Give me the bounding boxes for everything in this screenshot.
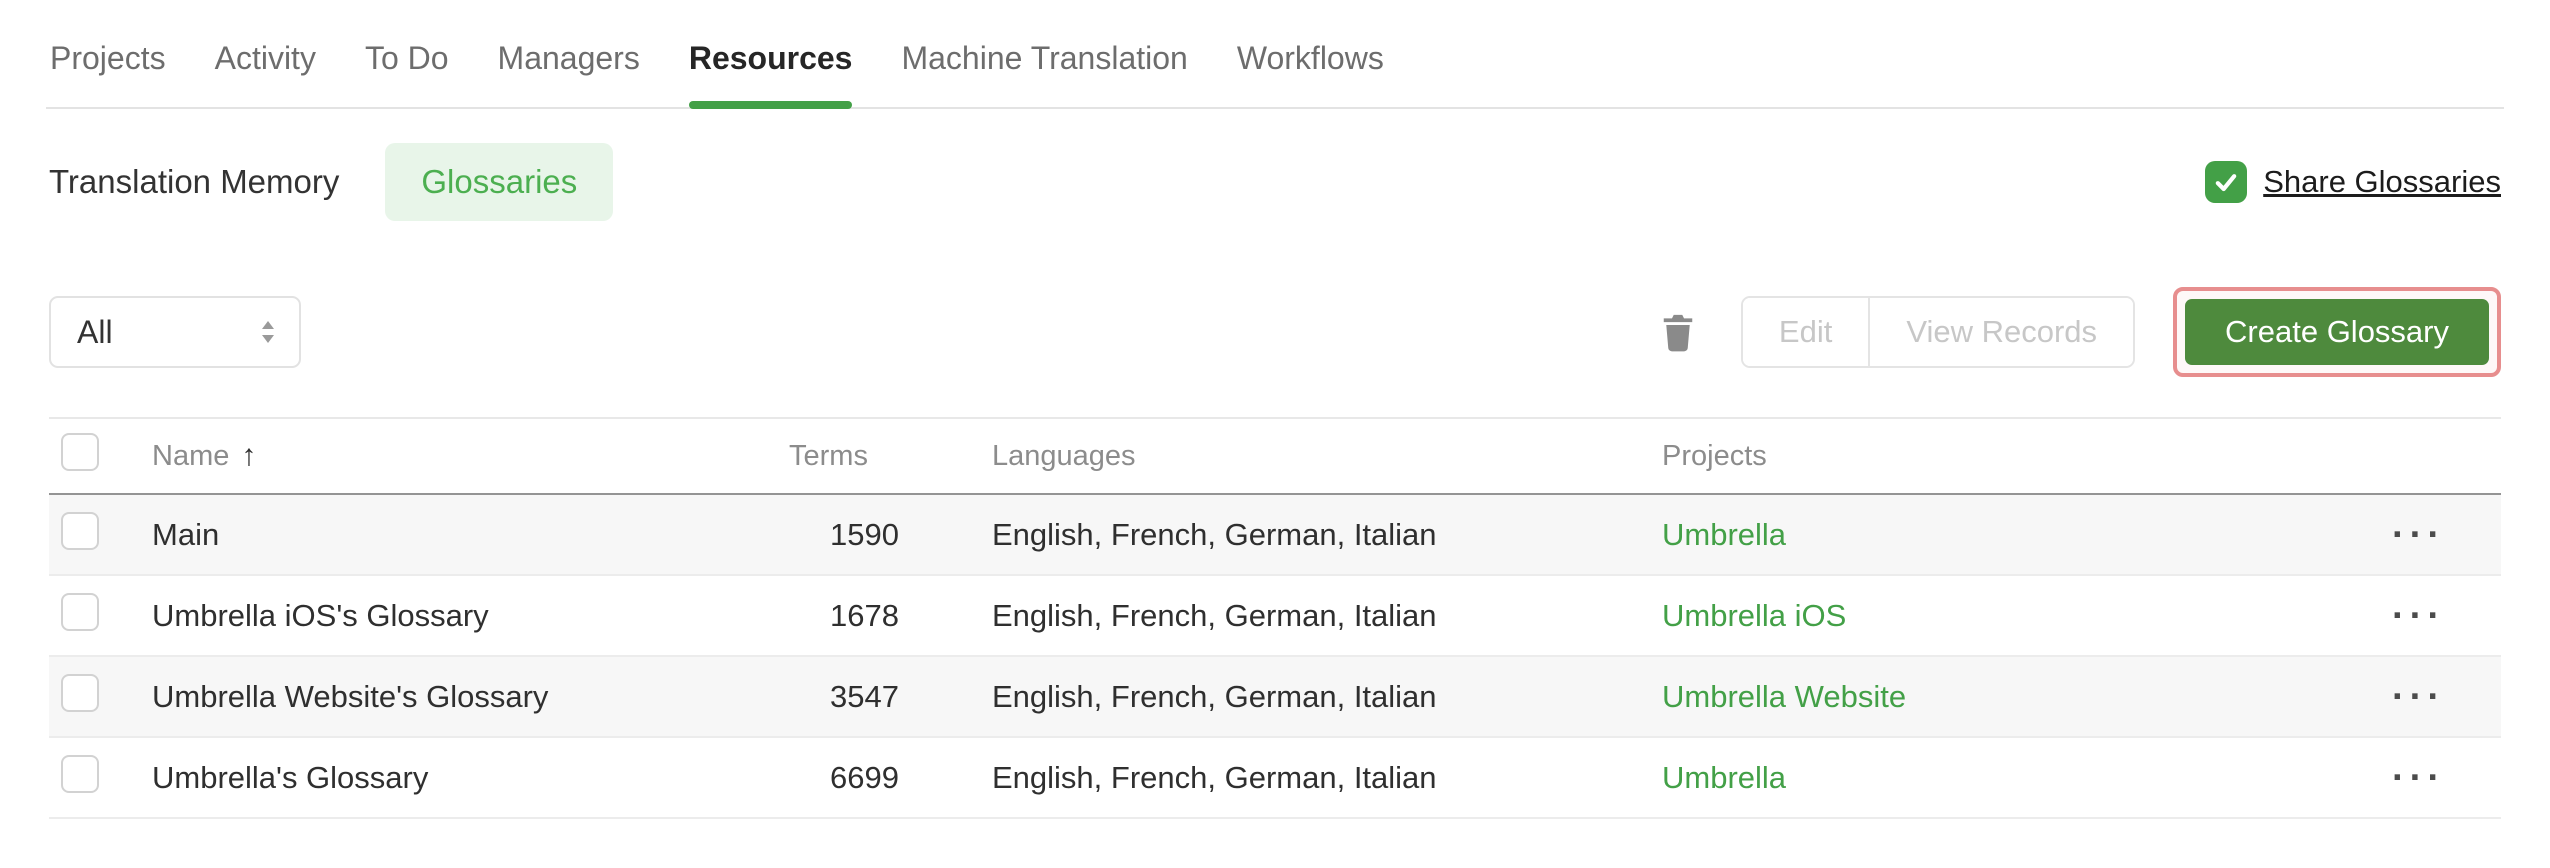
row-checkbox[interactable]	[61, 754, 99, 793]
trash-icon	[1663, 314, 1693, 352]
table-row: Main 1590 English, French, German, Itali…	[49, 495, 2501, 576]
glossary-languages: English, French, German, Italian	[992, 516, 1437, 552]
tab-machine-translation[interactable]: Machine Translation	[901, 40, 1187, 107]
tab-activity[interactable]: Activity	[215, 40, 316, 107]
glossary-languages: English, French, German, Italian	[992, 597, 1437, 633]
select-stepper-icon	[262, 321, 274, 343]
glossaries-toolbar: All Edit View Records Create Glossary	[49, 287, 2501, 377]
glossaries-page: Projects Activity To Do Managers Resourc…	[0, 0, 2550, 868]
tab-glossaries[interactable]: Glossaries	[385, 143, 614, 221]
tab-workflows[interactable]: Workflows	[1237, 40, 1384, 107]
tab-projects[interactable]: Projects	[50, 40, 166, 107]
row-checkbox[interactable]	[61, 592, 99, 631]
column-header-projects: Projects	[1662, 439, 1767, 472]
glossary-name: Main	[152, 516, 220, 552]
tab-todo[interactable]: To Do	[365, 40, 449, 107]
tab-translation-memory[interactable]: Translation Memory	[49, 163, 339, 201]
row-menu-button[interactable]: ···	[2392, 759, 2445, 797]
column-header-name[interactable]: Name ↑	[152, 439, 789, 473]
resources-subnav: Translation Memory Glossaries Share Glos…	[49, 143, 2501, 221]
view-records-button[interactable]: View Records	[1868, 298, 2134, 366]
project-link[interactable]: Umbrella iOS	[1662, 598, 1846, 633]
table-row: Umbrella Website's Glossary 3547 English…	[49, 657, 2501, 738]
create-glossary-button[interactable]: Create Glossary	[2185, 299, 2489, 365]
share-glossaries-label[interactable]: Share Glossaries	[2263, 164, 2501, 200]
delete-glossary-button[interactable]	[1653, 305, 1703, 359]
row-checkbox[interactable]	[61, 511, 99, 550]
edit-button[interactable]: Edit	[1742, 298, 1869, 366]
column-header-terms: Terms	[789, 439, 868, 472]
project-link[interactable]: Umbrella Website	[1662, 679, 1906, 714]
glossary-terms-count: 6699	[830, 759, 899, 795]
glossary-languages: English, French, German, Italian	[992, 678, 1437, 714]
glossaries-table: Name ↑ Terms Languages Projects Main 159…	[49, 417, 2501, 819]
row-menu-button[interactable]: ···	[2392, 678, 2445, 716]
share-glossaries-toggle[interactable]: Share Glossaries	[2205, 161, 2501, 203]
active-tab-underline	[688, 101, 853, 109]
tab-resources[interactable]: Resources	[688, 40, 853, 109]
row-menu-button[interactable]: ···	[2392, 516, 2445, 554]
table-header-row: Name ↑ Terms Languages Projects	[49, 419, 2501, 495]
glossary-languages: English, French, German, Italian	[992, 759, 1437, 795]
project-link[interactable]: Umbrella	[1662, 517, 1786, 552]
glossary-filter-select[interactable]: All	[49, 296, 301, 368]
table-row: Umbrella's Glossary 6699 English, French…	[49, 738, 2501, 819]
glossary-filter-value: All	[77, 313, 113, 350]
checkmark-icon	[2215, 174, 2237, 192]
glossary-terms-count: 1590	[830, 516, 899, 552]
table-row: Umbrella iOS's Glossary 1678 English, Fr…	[49, 576, 2501, 657]
glossary-action-group: Edit View Records	[1740, 296, 2136, 368]
toolbar-actions: Edit View Records Create Glossary	[1653, 287, 2501, 377]
glossary-terms-count: 1678	[830, 597, 899, 633]
create-glossary-highlight: Create Glossary	[2173, 287, 2501, 377]
column-header-languages: Languages	[992, 439, 1136, 472]
glossary-name: Umbrella iOS's Glossary	[152, 597, 489, 633]
select-all-checkbox[interactable]	[61, 433, 99, 471]
row-menu-button[interactable]: ···	[2392, 597, 2445, 635]
resources-subtabs: Translation Memory Glossaries	[49, 143, 614, 221]
sort-ascending-icon: ↑	[241, 439, 257, 472]
glossary-terms-count: 3547	[830, 678, 899, 714]
glossary-name: Umbrella Website's Glossary	[152, 678, 549, 714]
glossary-name: Umbrella's Glossary	[152, 759, 429, 795]
tab-managers[interactable]: Managers	[498, 40, 640, 107]
share-glossaries-checkbox[interactable]	[2205, 161, 2248, 203]
project-link[interactable]: Umbrella	[1662, 760, 1786, 795]
top-navigation: Projects Activity To Do Managers Resourc…	[46, 0, 2504, 109]
row-checkbox[interactable]	[61, 673, 99, 712]
